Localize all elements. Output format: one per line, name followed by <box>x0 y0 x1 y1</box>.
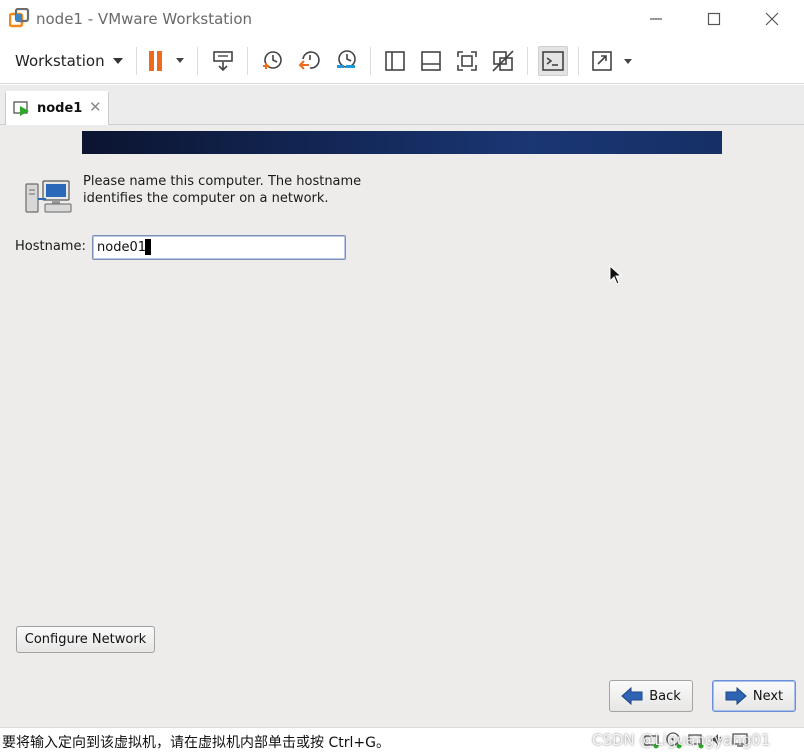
library-button[interactable] <box>380 46 410 76</box>
hostname-input[interactable] <box>92 235 346 260</box>
snapshot-button[interactable] <box>257 46 287 76</box>
toolbar-separator <box>247 47 248 75</box>
window-title: node1 - VMware Workstation <box>36 10 253 28</box>
hostname-label: Hostname: <box>15 239 86 254</box>
unity-button[interactable] <box>488 46 518 76</box>
vm-console[interactable]: Please name this computer. The hostname … <box>0 125 804 727</box>
back-button[interactable]: Back <box>609 680 693 712</box>
fit-guest-button[interactable] <box>452 46 482 76</box>
mouse-pointer-icon <box>609 265 622 285</box>
minimize-button[interactable] <box>633 4 679 34</box>
revert-snapshot-icon <box>298 51 320 70</box>
tab-label: node1 <box>37 101 83 116</box>
maximize-button[interactable] <box>691 4 737 34</box>
fullscreen-icon <box>592 51 632 71</box>
chevron-down-icon <box>112 58 123 64</box>
toolbar-separator <box>527 47 528 75</box>
snapshot-icon <box>263 51 282 69</box>
close-icon <box>765 12 779 26</box>
fullscreen-button[interactable] <box>588 46 636 76</box>
snapshot-manager-icon <box>337 50 356 68</box>
configure-network-button[interactable]: Configure Network <box>16 626 155 653</box>
revert-snapshot-button[interactable] <box>294 46 324 76</box>
snapshot-manager-button[interactable] <box>331 46 361 76</box>
toolbar-separator <box>136 47 137 75</box>
hostname-description: Please name this computer. The hostname … <box>83 174 362 206</box>
send-ctrl-alt-del-button[interactable] <box>208 46 238 76</box>
thumbnail-bar-button[interactable] <box>416 46 446 76</box>
pause-icon <box>149 51 184 71</box>
minimize-icon <box>650 18 662 20</box>
toolbar-separator <box>578 47 579 75</box>
maximize-icon <box>707 12 721 26</box>
tab-node1[interactable]: node1 ✕ <box>5 91 109 125</box>
toolbar: Workstation <box>0 38 804 84</box>
toolbar-separator <box>197 47 198 75</box>
library-icon <box>385 51 405 71</box>
watermark: CSDN @Liguangyang01 <box>592 731 771 749</box>
configure-network-label: Configure Network <box>24 632 147 647</box>
installer-banner <box>82 131 722 154</box>
title-bar: node1 - VMware Workstation <box>0 0 804 38</box>
tab-close-icon[interactable]: ✕ <box>89 98 102 116</box>
network-computers-icon <box>25 180 72 213</box>
console-view-button[interactable] <box>538 46 568 76</box>
arrow-right-icon <box>725 687 747 705</box>
vmware-logo-icon <box>9 8 30 28</box>
workstation-menu-label: Workstation <box>15 52 105 70</box>
text-caret <box>145 239 151 255</box>
send-ctrl-alt-del-icon <box>213 51 233 72</box>
console-icon <box>542 51 564 71</box>
fit-guest-icon <box>457 51 477 71</box>
tab-strip: node1 ✕ <box>0 85 804 125</box>
unity-icon <box>492 50 514 72</box>
vm-running-icon <box>13 101 29 116</box>
next-button[interactable]: Next <box>712 680 796 712</box>
toolbar-separator <box>370 47 371 75</box>
status-bar: 要将输入定向到该虚拟机，请在虚拟机内部单击或按 Ctrl+G。 CSDN @Li… <box>0 727 804 752</box>
next-label: Next <box>752 688 784 704</box>
close-button[interactable] <box>749 4 795 34</box>
thumbnail-bar-icon <box>421 51 441 71</box>
arrow-left-icon <box>621 687 643 705</box>
pause-button[interactable] <box>141 46 189 76</box>
status-message: 要将输入定向到该虚拟机，请在虚拟机内部单击或按 Ctrl+G。 <box>2 735 390 751</box>
workstation-menu[interactable]: Workstation <box>5 46 131 76</box>
back-label: Back <box>649 688 681 704</box>
